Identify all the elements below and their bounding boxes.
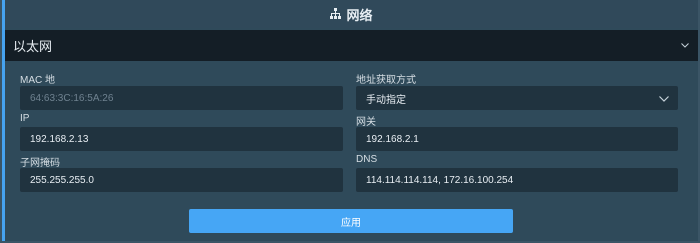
ethernet-form: MAC 地 64:63:3C:16:5A:26 地址获取方式 手动指定 IP 1… [5, 61, 698, 241]
network-panel: 网络 以太网 MAC 地 64:63:3C:16:5A:26 地址获取方式 手动… [2, 0, 698, 241]
netmask-value: 255.255.255.0 [30, 174, 94, 186]
page-title: 网络 [346, 7, 373, 23]
gateway-value: 192.168.2.1 [366, 133, 419, 145]
dns-input[interactable]: 114.114.114.114, 172.16.100.254 [356, 168, 678, 192]
ip-mode-label: 地址获取方式 [356, 75, 416, 86]
gateway-input[interactable]: 192.168.2.1 [356, 127, 678, 151]
mac-label: MAC 地 [20, 75, 55, 86]
section-title: 以太网 [13, 39, 53, 54]
netmask-label: 子网掩码 [20, 158, 60, 169]
ip-label: IP [20, 113, 30, 124]
chevron-down-icon[interactable] [680, 41, 690, 51]
mac-value: 64:63:3C:16:5A:26 [30, 92, 114, 104]
ip-input[interactable]: 192.168.2.13 [20, 127, 343, 151]
netmask-input[interactable]: 255.255.255.0 [20, 168, 343, 192]
mac-field: 64:63:3C:16:5A:26 [20, 86, 343, 110]
section-ethernet-toggle[interactable]: 以太网 [5, 30, 698, 61]
ip-mode-value: 手动指定 [366, 94, 406, 106]
ip-value: 192.168.2.13 [30, 133, 89, 145]
apply-button-label: 应用 [341, 217, 361, 229]
gateway-label: 网关 [356, 117, 376, 128]
ip-mode-select[interactable]: 手动指定 [356, 86, 678, 110]
dns-value: 114.114.114.114, 172.16.100.254 [366, 174, 514, 186]
panel-header: 网络 [5, 0, 698, 28]
apply-button[interactable]: 应用 [189, 209, 513, 233]
network-icon [330, 7, 342, 22]
chevron-down-icon [659, 94, 669, 102]
dns-label: DNS [356, 154, 378, 165]
